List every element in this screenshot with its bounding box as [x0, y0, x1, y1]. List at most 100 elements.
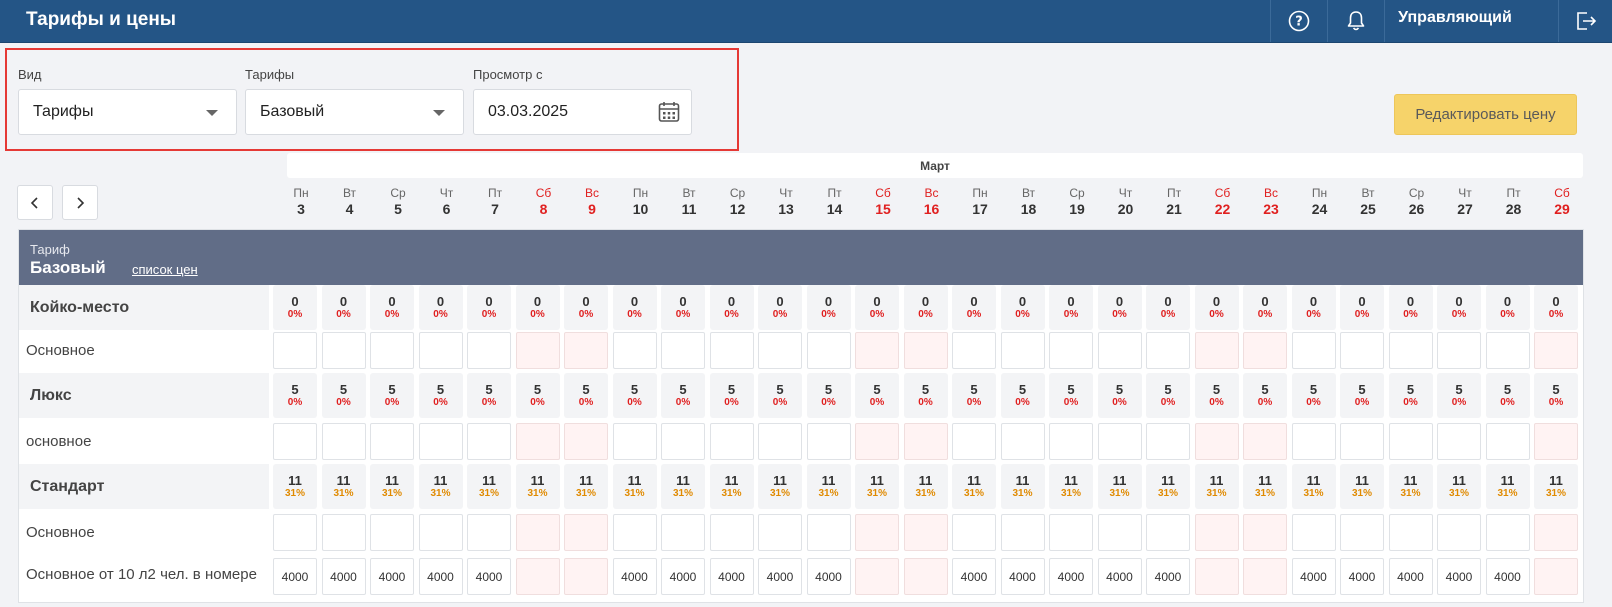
price-cell[interactable]: 4000: [1291, 558, 1336, 595]
price-cell[interactable]: [418, 423, 463, 460]
price-cell[interactable]: [321, 423, 366, 460]
price-cell[interactable]: [515, 332, 560, 369]
price-cell[interactable]: [1049, 423, 1093, 460]
price-cell[interactable]: [1146, 514, 1190, 551]
price-cell[interactable]: [1194, 514, 1239, 551]
price-cell[interactable]: [855, 558, 899, 595]
price-cell[interactable]: [1291, 423, 1336, 460]
price-cell[interactable]: [855, 514, 899, 551]
tariffs-select[interactable]: Базовый: [245, 89, 464, 135]
notifications-button[interactable]: [1327, 0, 1384, 42]
price-cell[interactable]: [1146, 423, 1190, 460]
next-period-button[interactable]: [62, 185, 98, 220]
price-cell[interactable]: [1534, 514, 1578, 551]
price-cell[interactable]: [418, 332, 463, 369]
logout-button[interactable]: [1558, 0, 1612, 42]
price-cell[interactable]: 4000: [1146, 558, 1190, 595]
price-cell[interactable]: [1243, 558, 1287, 595]
price-cell[interactable]: [467, 332, 511, 369]
prev-period-button[interactable]: [17, 185, 53, 220]
price-cell[interactable]: [903, 514, 948, 551]
price-cell[interactable]: [1388, 423, 1433, 460]
price-cell[interactable]: [1388, 332, 1433, 369]
price-cell[interactable]: 4000: [1049, 558, 1093, 595]
price-cell[interactable]: [1000, 332, 1045, 369]
price-cell[interactable]: 4000: [1340, 558, 1384, 595]
price-cell[interactable]: [1291, 332, 1336, 369]
price-cell[interactable]: [321, 332, 366, 369]
price-cell[interactable]: [321, 514, 366, 551]
price-cell[interactable]: [612, 514, 657, 551]
price-cell[interactable]: [1243, 332, 1287, 369]
price-cell[interactable]: [1437, 514, 1481, 551]
price-cell[interactable]: [1097, 514, 1142, 551]
price-cell[interactable]: [612, 423, 657, 460]
price-list-link[interactable]: список цен: [132, 262, 198, 277]
price-cell[interactable]: 4000: [1097, 558, 1142, 595]
price-cell[interactable]: 4000: [321, 558, 366, 595]
price-cell[interactable]: [1146, 332, 1190, 369]
price-cell[interactable]: [758, 514, 802, 551]
price-cell[interactable]: [952, 332, 996, 369]
price-cell[interactable]: [1485, 423, 1530, 460]
price-cell[interactable]: [515, 558, 560, 595]
price-cell[interactable]: [1194, 423, 1239, 460]
price-cell[interactable]: [1194, 332, 1239, 369]
view-select[interactable]: Тарифы: [18, 89, 237, 135]
price-cell[interactable]: [661, 332, 705, 369]
price-cell[interactable]: 4000: [273, 558, 317, 595]
price-cell[interactable]: 4000: [952, 558, 996, 595]
price-cell[interactable]: [758, 332, 802, 369]
price-cell[interactable]: [952, 423, 996, 460]
price-cell[interactable]: [806, 332, 851, 369]
price-cell[interactable]: 4000: [1000, 558, 1045, 595]
calendar-icon[interactable]: [657, 100, 681, 124]
price-cell[interactable]: 4000: [1485, 558, 1530, 595]
price-cell[interactable]: [273, 514, 317, 551]
price-cell[interactable]: [1534, 423, 1578, 460]
price-cell[interactable]: [564, 423, 608, 460]
edit-price-button[interactable]: Редактировать цену: [1394, 94, 1577, 135]
price-cell[interactable]: 4000: [612, 558, 657, 595]
price-cell[interactable]: [467, 514, 511, 551]
price-cell[interactable]: [1534, 558, 1578, 595]
price-cell[interactable]: [273, 423, 317, 460]
price-cell[interactable]: [1291, 514, 1336, 551]
price-cell[interactable]: [1340, 332, 1384, 369]
price-cell[interactable]: [1097, 332, 1142, 369]
price-cell[interactable]: [661, 514, 705, 551]
price-cell[interactable]: [1437, 332, 1481, 369]
price-cell[interactable]: [1388, 514, 1433, 551]
price-cell[interactable]: [1243, 423, 1287, 460]
price-cell[interactable]: 4000: [758, 558, 802, 595]
price-cell[interactable]: [1485, 332, 1530, 369]
price-cell[interactable]: [758, 423, 802, 460]
price-cell[interactable]: [903, 332, 948, 369]
price-cell[interactable]: [855, 332, 899, 369]
price-cell[interactable]: [1000, 514, 1045, 551]
price-cell[interactable]: [709, 514, 754, 551]
price-cell[interactable]: [515, 423, 560, 460]
price-cell[interactable]: [709, 423, 754, 460]
price-cell[interactable]: [661, 423, 705, 460]
price-cell[interactable]: [564, 514, 608, 551]
price-cell[interactable]: [952, 514, 996, 551]
price-cell[interactable]: [1243, 514, 1287, 551]
price-cell[interactable]: 4000: [709, 558, 754, 595]
date-input[interactable]: 03.03.2025: [473, 89, 692, 135]
price-cell[interactable]: [1340, 423, 1384, 460]
price-cell[interactable]: 4000: [418, 558, 463, 595]
price-cell[interactable]: [709, 332, 754, 369]
price-cell[interactable]: 4000: [1388, 558, 1433, 595]
price-cell[interactable]: [370, 514, 414, 551]
price-cell[interactable]: [467, 423, 511, 460]
price-cell[interactable]: [515, 514, 560, 551]
price-cell[interactable]: [370, 332, 414, 369]
price-cell[interactable]: [1534, 332, 1578, 369]
price-cell[interactable]: [903, 423, 948, 460]
price-cell[interactable]: [903, 558, 948, 595]
price-cell[interactable]: [1194, 558, 1239, 595]
price-cell[interactable]: 4000: [467, 558, 511, 595]
price-cell[interactable]: [1049, 514, 1093, 551]
price-cell[interactable]: [564, 332, 608, 369]
